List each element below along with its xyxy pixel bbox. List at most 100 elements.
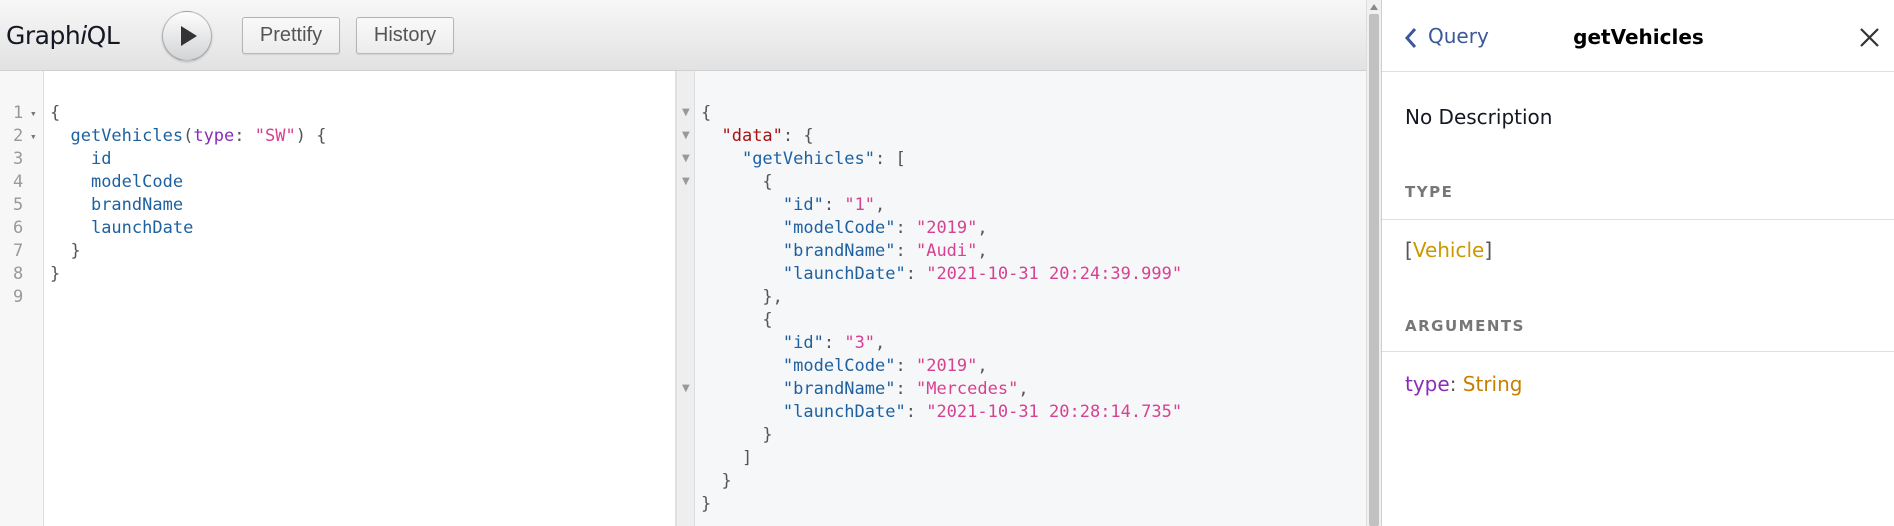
code-line: "launchDate": "2021-10-31 20:24:39.999"	[701, 263, 1182, 286]
code-line: modelCode	[50, 171, 326, 194]
result-code: { "data": { "getVehicles": [ { "id": "1"…	[701, 102, 1182, 516]
fold-arrow-icon[interactable]: ▼	[682, 107, 690, 118]
code-token: "launchDate"	[782, 264, 906, 284]
code-token: "2019"	[915, 356, 978, 376]
line-number: 6	[0, 217, 44, 240]
code-line: {	[50, 102, 326, 125]
docs-explorer: Query getVehicles No Description TYPE [V…	[1381, 0, 1894, 526]
fold-arrow-icon[interactable]: ▼	[682, 130, 690, 141]
line-number: 5	[0, 194, 44, 217]
line-number: 9	[0, 286, 44, 309]
result-pane: ▼ ▼ ▼ ▼ ▼ { "data": { "getVehicles": [ {…	[677, 71, 1366, 526]
docs-header: Query getVehicles	[1382, 0, 1894, 72]
argument-item: type: String	[1405, 372, 1522, 396]
docs-description: No Description	[1405, 105, 1553, 129]
code-line: ]	[701, 447, 1182, 470]
code-token: :	[905, 402, 927, 422]
fold-arrow-icon[interactable]: ▾	[30, 102, 37, 125]
line-number: 1 ▾	[0, 102, 44, 125]
code-token: }	[701, 471, 732, 491]
line-number-text: 5	[13, 195, 24, 215]
code-token: ,	[875, 195, 886, 215]
code-token: launchDate	[90, 218, 194, 238]
query-editor[interactable]: 1 ▾ 2 ▾ 3 4 5 6 7 8 9 { getVehicles(type: "SW") { …	[0, 71, 675, 526]
code-line: }	[50, 263, 326, 286]
code-token: "2021-10-31 20:24:39.999"	[926, 264, 1183, 284]
code-token: }	[50, 264, 61, 284]
code-token: "modelCode"	[782, 218, 896, 238]
code-token: "data"	[721, 126, 783, 146]
code-token: "id"	[782, 333, 824, 353]
code-token: "getVehicles"	[741, 149, 876, 169]
code-token: : [	[875, 149, 906, 169]
fold-arrow-icon[interactable]: ▼	[682, 176, 690, 187]
line-number: 7	[0, 240, 44, 263]
code-line: }	[701, 424, 1182, 447]
code-token: {	[701, 172, 773, 192]
close-icon[interactable]	[1860, 28, 1879, 47]
line-number: 4	[0, 171, 44, 194]
fold-arrow-icon[interactable]: ▼	[682, 383, 690, 394]
type-section-title: TYPE	[1405, 183, 1454, 201]
code-token: }	[50, 241, 81, 261]
code-line: "brandName": "Audi",	[701, 240, 1182, 263]
line-number-text: 3	[13, 149, 24, 169]
code-token: id	[90, 149, 112, 169]
argument-separator: :	[1449, 372, 1463, 396]
execute-button[interactable]	[162, 11, 212, 61]
scrollbar[interactable]	[1366, 0, 1381, 526]
code-token: "2019"	[915, 218, 978, 238]
fold-arrow-icon[interactable]: ▾	[30, 125, 37, 148]
code-token: :	[895, 218, 916, 238]
code-token: {	[50, 103, 61, 123]
scrollbar-thumb[interactable]	[1369, 14, 1379, 526]
code-token: modelCode	[90, 172, 184, 192]
code-line: {	[701, 171, 1182, 194]
query-code[interactable]: { getVehicles(type: "SW") { id modelCode…	[50, 102, 326, 309]
code-token: {	[701, 310, 773, 330]
code-token: "modelCode"	[782, 356, 896, 376]
code-token: ]	[701, 448, 753, 468]
type-field: [Vehicle]	[1405, 238, 1492, 262]
argument-type-link[interactable]: String	[1463, 372, 1523, 396]
code-token: :	[905, 264, 927, 284]
line-number-text: 7	[13, 241, 24, 261]
code-token: "brandName"	[782, 241, 896, 261]
code-line: "modelCode": "2019",	[701, 217, 1182, 240]
divider	[1382, 219, 1894, 220]
title-text-2: QL	[86, 21, 120, 50]
line-number: 2 ▾	[0, 125, 44, 148]
code-token: "brandName"	[782, 379, 896, 399]
code-line: "id": "3",	[701, 332, 1182, 355]
code-token: ) {	[295, 126, 327, 146]
play-icon	[181, 26, 197, 46]
scroll-up-icon[interactable]	[1370, 4, 1378, 10]
code-line: }	[701, 470, 1182, 493]
code-line: brandName	[50, 194, 326, 217]
toolbar: GraphiQL Prettify History	[0, 0, 1366, 71]
bracket-open: [	[1405, 238, 1413, 262]
code-line: "data": {	[701, 125, 1182, 148]
prettify-button[interactable]: Prettify	[242, 17, 340, 54]
line-numbers: 1 ▾ 2 ▾ 3 4 5 6 7 8 9	[0, 102, 44, 309]
code-line: },	[701, 286, 1182, 309]
fold-arrow-icon[interactable]: ▼	[682, 153, 690, 164]
code-line: {	[701, 309, 1182, 332]
divider	[1382, 351, 1894, 352]
history-button[interactable]: History	[356, 17, 454, 54]
code-token: :	[234, 126, 255, 146]
type-link[interactable]: Vehicle	[1413, 238, 1485, 262]
code-token: }	[701, 494, 712, 514]
code-line: "brandName": "Mercedes",	[701, 378, 1182, 401]
code-token: ,	[977, 241, 988, 261]
code-token: :	[823, 195, 845, 215]
line-number-text: 1	[13, 103, 24, 123]
